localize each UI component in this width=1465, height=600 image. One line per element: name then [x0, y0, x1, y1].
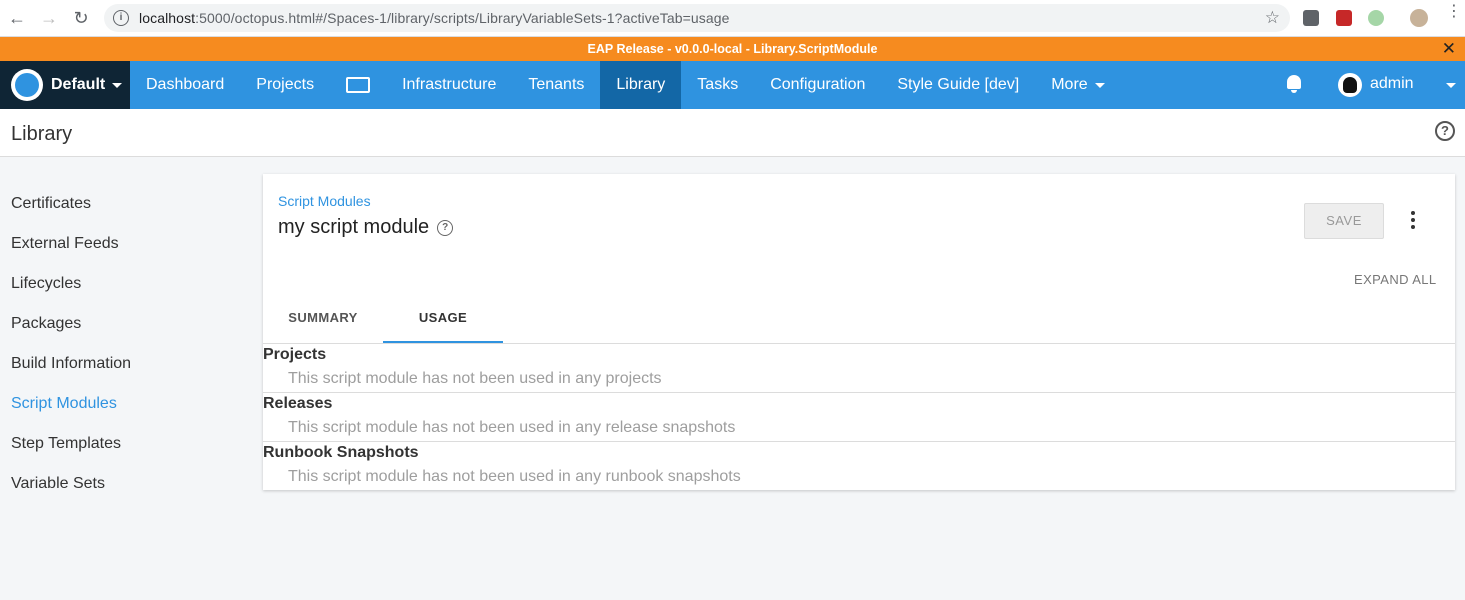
nav-search[interactable]	[330, 61, 386, 109]
site-info-icon[interactable]: i	[113, 10, 129, 26]
sidebar-item-build-information[interactable]: Build Information	[11, 354, 131, 394]
more-options-icon[interactable]	[1409, 211, 1417, 232]
close-icon[interactable]: ✕	[1442, 37, 1456, 61]
bookmark-star-icon[interactable]: ☆	[1265, 8, 1280, 28]
octopus-logo-icon	[11, 69, 43, 101]
tab-usage[interactable]: USAGE	[383, 299, 503, 343]
nav-configuration[interactable]: Configuration	[754, 61, 881, 109]
page-header: Library ?	[0, 109, 1465, 157]
tabs: SUMMARY USAGE	[263, 299, 503, 343]
sidebar-item-variable-sets[interactable]: Variable Sets	[11, 474, 131, 514]
eap-release-banner: EAP Release - v0.0.0-local - Library.Scr…	[0, 37, 1465, 61]
nav-tasks[interactable]: Tasks	[681, 61, 754, 109]
forward-arrow-icon[interactable]: →	[33, 2, 65, 34]
nav-more-label: More	[1051, 76, 1088, 93]
search-icon	[346, 77, 371, 93]
nav-dashboard[interactable]: Dashboard	[130, 61, 240, 109]
usage-section-projects[interactable]: Projects This script module has not been…	[263, 344, 1455, 393]
sidebar-item-packages[interactable]: Packages	[11, 314, 131, 354]
chevron-down-icon[interactable]	[1446, 83, 1456, 88]
user-avatar[interactable]	[1338, 73, 1362, 97]
card-title-text: my script module	[278, 216, 430, 238]
extension-icon[interactable]	[1336, 10, 1352, 26]
section-text: This script module has not been used in …	[288, 370, 662, 387]
browser-menu-icon[interactable]: ⋮	[1446, 4, 1462, 20]
usage-section-releases[interactable]: Releases This script module has not been…	[263, 393, 1455, 442]
expand-all-button[interactable]: EXPAND ALL	[1354, 272, 1437, 287]
breadcrumb[interactable]: Script Modules	[278, 193, 371, 209]
page-title: Library	[11, 123, 73, 145]
tab-summary[interactable]: SUMMARY	[263, 299, 383, 343]
help-icon[interactable]: ?	[437, 219, 454, 236]
nav-style-guide[interactable]: Style Guide [dev]	[881, 61, 1035, 109]
browser-toolbar: ← → ↻ i localhost:5000/octopus.html#/Spa…	[0, 0, 1465, 37]
back-arrow-icon[interactable]: ←	[1, 2, 33, 34]
top-navigation: Default Dashboard Projects Infrastructur…	[0, 61, 1465, 109]
section-text: This script module has not been used in …	[288, 419, 736, 436]
address-bar[interactable]: i localhost:5000/octopus.html#/Spaces-1/…	[104, 4, 1290, 32]
card-title: my script module ?	[278, 216, 454, 239]
section-title: Runbook Snapshots	[263, 444, 419, 461]
library-sidebar: Certificates External Feeds Lifecycles P…	[11, 194, 131, 514]
section-title: Releases	[263, 395, 333, 412]
nav-library[interactable]: Library	[600, 61, 682, 109]
script-module-card: Script Modules my script module ? SAVE E…	[263, 174, 1455, 490]
sidebar-item-external-feeds[interactable]: External Feeds	[11, 234, 131, 274]
help-icon[interactable]: ?	[1435, 121, 1455, 141]
nav-infrastructure[interactable]: Infrastructure	[386, 61, 512, 109]
profile-avatar-icon[interactable]	[1410, 9, 1428, 27]
extension-icon[interactable]	[1368, 10, 1384, 26]
sidebar-item-step-templates[interactable]: Step Templates	[11, 434, 131, 474]
nav-more[interactable]: More	[1035, 61, 1120, 109]
sidebar-item-certificates[interactable]: Certificates	[11, 194, 131, 234]
bell-icon[interactable]	[1286, 75, 1302, 93]
reload-icon[interactable]: ↻	[65, 2, 97, 34]
nav-projects[interactable]: Projects	[240, 61, 330, 109]
sidebar-item-script-modules[interactable]: Script Modules	[11, 394, 131, 434]
usage-section-runbook-snapshots[interactable]: Runbook Snapshots This script module has…	[263, 442, 1455, 491]
chevron-down-icon	[112, 82, 123, 88]
space-name: Default	[51, 76, 106, 93]
sidebar-item-lifecycles[interactable]: Lifecycles	[11, 274, 131, 314]
save-button[interactable]: SAVE	[1304, 203, 1384, 239]
section-text: This script module has not been used in …	[288, 468, 741, 485]
nav-tenants[interactable]: Tenants	[512, 61, 600, 109]
section-title: Projects	[263, 346, 327, 363]
user-name[interactable]: admin	[1370, 75, 1414, 93]
url-text[interactable]: localhost:5000/octopus.html#/Spaces-1/li…	[139, 10, 730, 26]
space-switcher[interactable]: Default	[0, 61, 130, 109]
extension-icon[interactable]	[1303, 10, 1319, 26]
banner-text: EAP Release - v0.0.0-local - Library.Scr…	[587, 42, 878, 56]
chevron-down-icon	[1094, 82, 1105, 88]
